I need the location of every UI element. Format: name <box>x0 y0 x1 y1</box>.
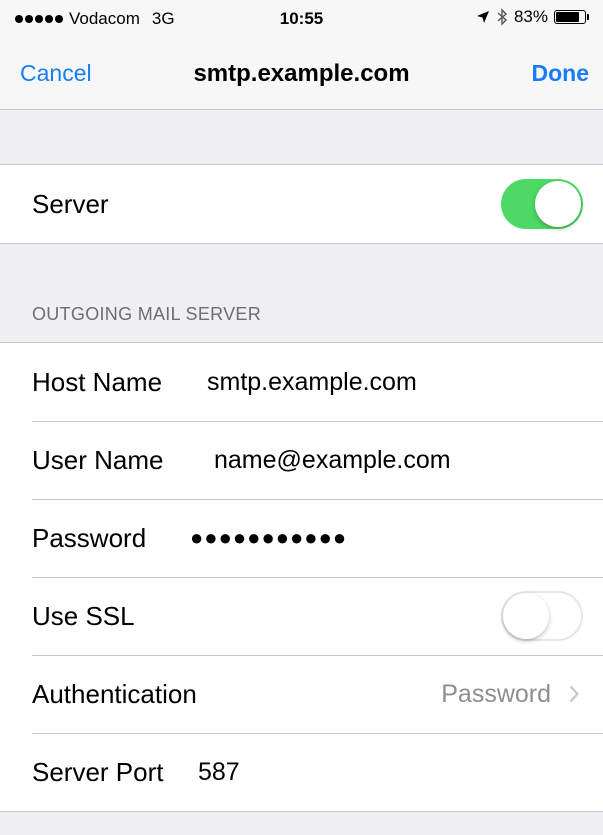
battery-percent: 83% <box>513 7 548 26</box>
use-ssl-row: Use SSL <box>0 577 603 655</box>
user-name-row[interactable]: User Name name@example.com <box>0 421 603 499</box>
host-name-label: Host Name <box>32 367 163 397</box>
toggle-knob <box>535 181 581 227</box>
authentication-label: Authentication <box>32 679 197 709</box>
battery-fill <box>556 12 580 22</box>
toggle-knob <box>503 593 549 639</box>
password-row[interactable]: Password ●●●●●●●●●●● <box>0 499 603 577</box>
cancel-button[interactable]: Cancel <box>20 60 92 87</box>
battery-icon <box>554 10 589 24</box>
host-name-field[interactable]: smtp.example.com <box>207 343 417 421</box>
use-ssl-toggle[interactable] <box>501 591 583 641</box>
host-name-row[interactable]: Host Name smtp.example.com <box>0 343 603 421</box>
status-right: 83% <box>476 7 589 27</box>
done-button[interactable]: Done <box>532 60 590 87</box>
user-name-field[interactable]: name@example.com <box>214 421 451 499</box>
server-toggle[interactable] <box>501 179 583 229</box>
chevron-right-icon <box>569 685 579 703</box>
server-port-row[interactable]: Server Port 587 <box>0 733 603 811</box>
authentication-row[interactable]: Authentication Password <box>0 655 603 733</box>
section-header-outgoing: OUTGOING MAIL SERVER <box>32 304 262 324</box>
server-row: Server <box>0 165 603 243</box>
password-field[interactable]: ●●●●●●●●●●● <box>190 499 347 577</box>
server-label: Server <box>32 189 109 219</box>
navigation-bar: Cancel smtp.example.com Done <box>0 38 603 110</box>
server-port-field[interactable]: 587 <box>198 733 240 811</box>
password-label: Password <box>32 523 147 553</box>
status-bar: Vodacom 3G 10:55 83% <box>0 0 603 38</box>
use-ssl-label: Use SSL <box>32 601 135 631</box>
server-group: Server <box>0 164 603 244</box>
authentication-value: Password <box>441 680 551 708</box>
user-name-label: User Name <box>32 445 164 475</box>
bluetooth-icon <box>497 8 507 26</box>
location-arrow-icon <box>476 11 489 23</box>
server-port-label: Server Port <box>32 757 164 787</box>
outgoing-server-group: Host Name smtp.example.com User Name nam… <box>0 342 603 812</box>
